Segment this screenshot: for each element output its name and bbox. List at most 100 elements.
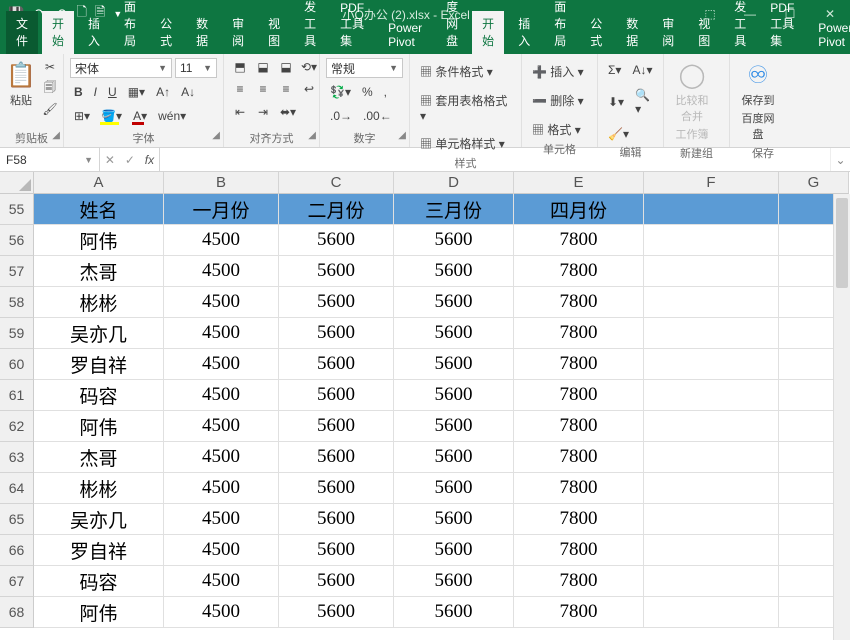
tab-百度网盘[interactable]: 百度网盘 <box>436 0 468 54</box>
font-size-select[interactable]: 11▼ <box>175 58 217 78</box>
tab-页面布局[interactable]: 页面布局 <box>114 0 146 54</box>
cell[interactable]: 5600 <box>394 349 514 380</box>
cell[interactable]: 7800 <box>514 535 644 566</box>
row-header[interactable]: 67 <box>0 566 34 597</box>
sort-filter-button[interactable]: A↓▾ <box>628 60 656 80</box>
enter-formula-icon[interactable]: ✓ <box>125 153 135 167</box>
cell[interactable]: 阿伟 <box>34 597 164 628</box>
cell[interactable]: 罗自祥 <box>34 535 164 566</box>
decrease-decimal-icon[interactable]: .00← <box>359 106 396 126</box>
cell[interactable]: 7800 <box>514 442 644 473</box>
format-painter-icon[interactable]: 🖌 <box>40 100 60 118</box>
orientation-icon[interactable]: ⟲▾ <box>299 58 319 76</box>
cell[interactable] <box>644 318 779 349</box>
align-center-icon[interactable]: ≡ <box>253 80 273 98</box>
font-color-button[interactable]: A▾ <box>129 106 151 126</box>
cell[interactable] <box>644 535 779 566</box>
font-name-select[interactable]: 宋体▼ <box>70 58 172 78</box>
cell[interactable]: 三月份 <box>394 194 514 225</box>
vertical-scrollbar[interactable] <box>833 194 850 640</box>
cell[interactable]: 4500 <box>164 287 279 318</box>
fill-button[interactable]: ⬇▾ <box>604 92 628 112</box>
cell[interactable]: 5600 <box>279 535 394 566</box>
row-header[interactable]: 58 <box>0 287 34 318</box>
row-header[interactable]: 61 <box>0 380 34 411</box>
decrease-font-icon[interactable]: A↓ <box>177 82 199 102</box>
cell[interactable]: 7800 <box>514 287 644 318</box>
cell[interactable]: 5600 <box>279 411 394 442</box>
tab-视图[interactable]: 视图 <box>258 11 290 54</box>
cell[interactable] <box>644 349 779 380</box>
tab-数据[interactable]: 数据 <box>186 11 218 54</box>
bold-button[interactable]: B <box>70 82 87 102</box>
cell[interactable] <box>644 194 779 225</box>
copy-icon[interactable]: 🗐 <box>40 79 60 97</box>
border-button[interactable]: ▦▾ <box>124 82 149 102</box>
cell[interactable]: 4500 <box>164 566 279 597</box>
cell[interactable] <box>644 566 779 597</box>
cell[interactable]: 4500 <box>164 535 279 566</box>
align-top-icon[interactable]: ⬒ <box>230 58 250 76</box>
decrease-indent-icon[interactable]: ⇤ <box>230 103 250 121</box>
name-box[interactable]: F58▼ <box>0 148 100 171</box>
tab-file[interactable]: 文件 <box>6 11 38 54</box>
cell[interactable] <box>644 380 779 411</box>
percent-button[interactable]: % <box>358 82 377 102</box>
cell[interactable]: 彬彬 <box>34 473 164 504</box>
cell[interactable]: 7800 <box>514 504 644 535</box>
cell[interactable]: 4500 <box>164 318 279 349</box>
cell[interactable]: 4500 <box>164 442 279 473</box>
cell[interactable]: 4500 <box>164 597 279 628</box>
fill-color-button[interactable]: 🪣▾ <box>97 106 126 126</box>
cell[interactable]: 7800 <box>514 318 644 349</box>
autosum-button[interactable]: Σ▾ <box>604 60 625 80</box>
insert-cells-button[interactable]: ➕ 插入 ▾ <box>528 60 588 83</box>
cell[interactable]: 5600 <box>394 566 514 597</box>
paste-button[interactable]: 📋 粘贴 <box>6 58 36 111</box>
cell[interactable]: 二月份 <box>279 194 394 225</box>
cell[interactable]: 阿伟 <box>34 225 164 256</box>
cell[interactable]: 5600 <box>394 256 514 287</box>
cell[interactable]: 4500 <box>164 256 279 287</box>
cell[interactable]: 彬彬 <box>34 287 164 318</box>
tab-8[interactable]: PDF工具集 <box>760 0 804 54</box>
cell[interactable] <box>644 597 779 628</box>
currency-button[interactable]: 💱▾ <box>326 82 355 102</box>
clear-button[interactable]: 🧹▾ <box>604 124 633 144</box>
cell[interactable]: 5600 <box>394 225 514 256</box>
row-header[interactable]: 60 <box>0 349 34 380</box>
cell[interactable]: 5600 <box>279 225 394 256</box>
cut-icon[interactable]: ✂ <box>40 58 60 76</box>
row-header[interactable]: 68 <box>0 597 34 628</box>
align-left-icon[interactable]: ≡ <box>230 80 250 98</box>
cell[interactable]: 7800 <box>514 380 644 411</box>
borders-dropdown[interactable]: ⊞▾ <box>70 106 94 126</box>
tab-插入[interactable]: 插入 <box>78 11 110 54</box>
cell[interactable]: 5600 <box>279 287 394 318</box>
cell[interactable]: 四月份 <box>514 194 644 225</box>
cell[interactable]: 5600 <box>394 318 514 349</box>
cell[interactable]: 5600 <box>394 287 514 318</box>
cell[interactable]: 5600 <box>279 349 394 380</box>
cell[interactable]: 7800 <box>514 597 644 628</box>
save-to-baidu-button[interactable]: ♾ 保存到 百度网盘 <box>736 58 780 145</box>
phonetic-button[interactable]: wén▾ <box>154 106 190 126</box>
tab-1[interactable]: 插入 <box>508 11 540 54</box>
cells-area[interactable]: 姓名一月份二月份三月份四月份阿伟4500560056007800杰哥450056… <box>34 194 850 628</box>
cell[interactable] <box>644 473 779 504</box>
cell[interactable]: 7800 <box>514 473 644 504</box>
cell[interactable]: 4500 <box>164 411 279 442</box>
tab-PDF工具集[interactable]: PDF工具集 <box>330 0 374 54</box>
cell[interactable]: 罗自祥 <box>34 349 164 380</box>
cell[interactable]: 4500 <box>164 473 279 504</box>
font-dialog-icon[interactable]: ◢ <box>212 130 220 141</box>
col-header-A[interactable]: A <box>34 172 164 194</box>
cell[interactable]: 5600 <box>394 535 514 566</box>
cell[interactable]: 姓名 <box>34 194 164 225</box>
tab-公式[interactable]: 公式 <box>150 11 182 54</box>
cell[interactable]: 5600 <box>394 411 514 442</box>
cell[interactable]: 5600 <box>279 597 394 628</box>
comma-button[interactable]: , <box>380 82 391 102</box>
cell[interactable]: 杰哥 <box>34 442 164 473</box>
row-header[interactable]: 66 <box>0 535 34 566</box>
